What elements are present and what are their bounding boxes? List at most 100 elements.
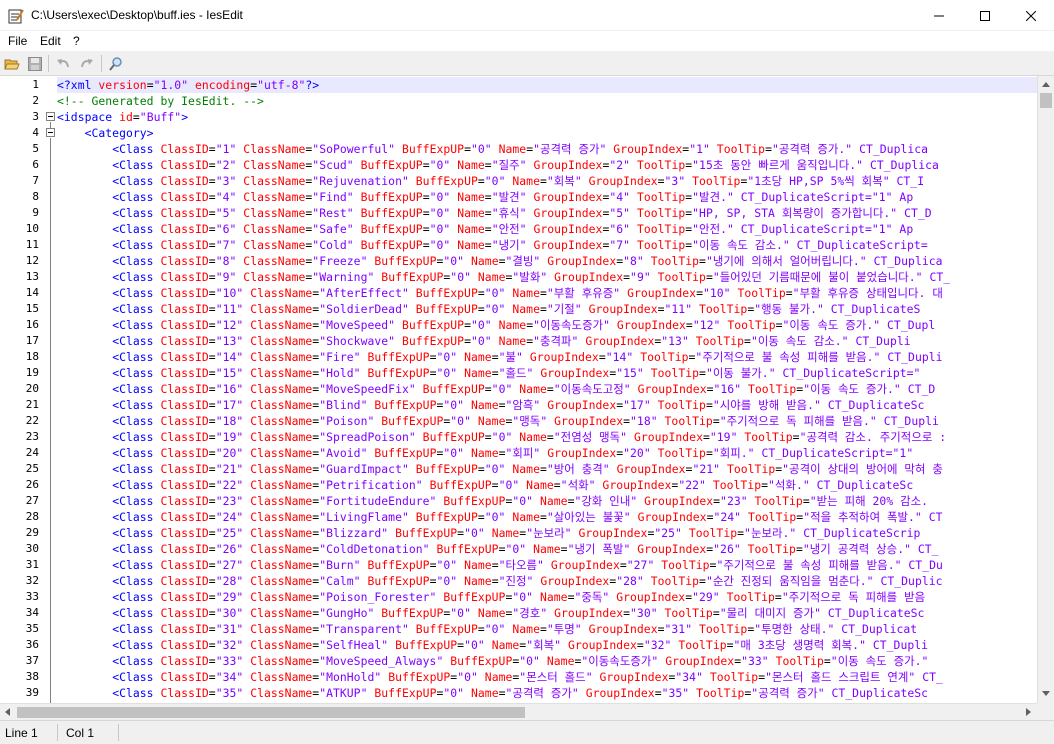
code-line: <Class ClassID="17" ClassName="Blind" Bu…: [112, 398, 925, 412]
save-disk-icon: [28, 57, 42, 71]
code-line: <Class ClassID="10" ClassName="AfterEffe…: [112, 286, 943, 300]
vertical-scroll-thumb[interactable]: [1040, 93, 1052, 108]
code-line: <Class ClassID="12" ClassName="MoveSpeed…: [112, 318, 936, 332]
open-button[interactable]: [2, 54, 22, 74]
title-bar: C:\Users\exec\Desktop\buff.ies - IesEdit: [0, 0, 1054, 31]
code-line: <Class ClassID="23" ClassName="Fortitude…: [112, 494, 929, 508]
code-line: <Class ClassID="18" ClassName="Poison" B…: [112, 414, 939, 428]
status-column: Col 1: [66, 726, 95, 740]
maximize-button[interactable]: [962, 0, 1008, 31]
code-line: <Class ClassID="22" ClassName="Petrifica…: [112, 478, 914, 492]
menu-edit[interactable]: Edit: [40, 34, 61, 48]
line-number: 1: [32, 78, 39, 91]
line-number: 15: [25, 302, 39, 315]
line-number: 27: [25, 494, 39, 507]
line-number: 14: [25, 286, 39, 299]
redo-button[interactable]: [77, 54, 97, 74]
line-number: 35: [25, 622, 39, 635]
line-number: 23: [25, 430, 39, 443]
line-number: 32: [25, 574, 39, 587]
code-line: <Class ClassID="29" ClassName="Poison_Fo…: [112, 590, 926, 604]
scroll-right-icon[interactable]: [1026, 708, 1031, 716]
menu-help[interactable]: ?: [73, 34, 80, 48]
code-line: <Class ClassID="14" ClassName="Fire" Buf…: [112, 350, 943, 364]
minimize-icon: [934, 15, 944, 16]
code-line: <Class ClassID="6" ClassName="Safe" Buff…: [112, 222, 914, 236]
line-number: 28: [25, 510, 39, 523]
code-line: <Class ClassID="2" ClassName="Scud" Buff…: [112, 158, 939, 172]
scroll-up-icon[interactable]: [1042, 82, 1050, 87]
code-line: <Class ClassID="19" ClassName="SpreadPoi…: [112, 430, 947, 444]
code-line: <Class ClassID="5" ClassName="Rest" Buff…: [112, 206, 932, 220]
save-button[interactable]: [25, 54, 45, 74]
status-bar: Line 1 Col 1: [0, 720, 1054, 744]
code-line: <Class ClassID="32" ClassName="SelfHeal"…: [112, 638, 929, 652]
code-editor[interactable]: 1 2 3 4 5 6 7 8 9 10 11 12 13 14 15 16 17 18 19 20 21 22 23 24 2…: [0, 76, 1037, 703]
close-button[interactable]: [1008, 0, 1054, 31]
line-number: 24: [25, 446, 39, 459]
close-icon: [1026, 10, 1036, 21]
line-number: 6: [32, 158, 39, 171]
code-line: <Class ClassID="20" ClassName="Avoid" Bu…: [112, 446, 914, 460]
fold-toggle-category[interactable]: [46, 128, 55, 137]
line-number: 20: [25, 382, 39, 395]
vertical-scrollbar[interactable]: [1037, 76, 1054, 703]
redo-icon: [81, 59, 93, 68]
undo-button[interactable]: [53, 54, 73, 74]
code-line: <Class ClassID="33" ClassName="MoveSpeed…: [112, 654, 929, 668]
code-line: <Class ClassID="15" ClassName="Hold" Buf…: [112, 366, 921, 380]
minimize-button[interactable]: [916, 0, 962, 31]
code-line: <Class ClassID="9" ClassName="Warning" B…: [112, 270, 951, 284]
code-line: <!-- Generated by IesEdit. -->: [57, 94, 264, 108]
status-line: Line 1: [5, 726, 38, 740]
line-number: 18: [25, 350, 39, 363]
line-number: 8: [32, 190, 39, 203]
line-number: 7: [32, 174, 39, 187]
line-number: 16: [25, 318, 39, 331]
line-number: 36: [25, 638, 39, 651]
status-separator: [118, 724, 119, 741]
line-number: 19: [25, 366, 39, 379]
line-number: 39: [25, 686, 39, 699]
line-number: 30: [25, 542, 39, 555]
status-separator: [57, 724, 58, 741]
toolbar-separator: [101, 55, 102, 72]
line-number: 21: [25, 398, 39, 411]
line-number: 25: [25, 462, 39, 475]
toolbar-separator: [48, 55, 49, 72]
line-number: 12: [25, 254, 39, 267]
code-text-area[interactable]: <?xml version="1.0" encoding="utf-8"?> <!…: [57, 76, 1037, 703]
menu-bar: File Edit ?: [0, 31, 1054, 51]
find-button[interactable]: [106, 54, 126, 74]
line-number: 13: [25, 270, 39, 283]
line-number: 31: [25, 558, 39, 571]
open-folder-icon: [4, 59, 20, 70]
find-icon: [109, 57, 122, 71]
fold-toggle-idspace[interactable]: [46, 112, 55, 121]
horizontal-scroll-thumb[interactable]: [17, 707, 525, 718]
line-number: 22: [25, 414, 39, 427]
app-notepad-icon[interactable]: [8, 8, 24, 24]
line-number: 9: [32, 206, 39, 219]
maximize-icon: [980, 10, 990, 21]
window-title: C:\Users\exec\Desktop\buff.ies - IesEdit: [31, 8, 243, 22]
code-line: <Class ClassID="13" ClassName="Shockwave…: [112, 334, 911, 348]
code-line: <Class ClassID="21" ClassName="GuardImpa…: [112, 462, 943, 476]
code-line: <idspace id="Buff">: [57, 110, 189, 124]
code-line: <Class ClassID="26" ClassName="ColdDeton…: [112, 542, 939, 556]
code-line: <Class ClassID="31" ClassName="Transpare…: [112, 622, 918, 636]
line-number-gutter: 1 2 3 4 5 6 7 8 9 10 11 12 13 14 15 16 17 18 19 20 21 22 23 24 2…: [0, 76, 44, 703]
line-number: 10: [25, 222, 39, 235]
code-line: <Class ClassID="28" ClassName="Calm" Buf…: [112, 574, 943, 588]
menu-file[interactable]: File: [8, 34, 27, 48]
line-number: 17: [25, 334, 39, 347]
toolbar: [0, 51, 1054, 76]
line-number: 38: [25, 670, 39, 683]
line-number: 2: [32, 94, 39, 107]
scroll-left-icon[interactable]: [5, 708, 10, 716]
code-line: <Category>: [84, 126, 154, 140]
horizontal-scrollbar[interactable]: [0, 703, 1037, 720]
line-number: 5: [32, 142, 39, 155]
scroll-down-icon[interactable]: [1042, 691, 1050, 696]
code-line: <Class ClassID="35" ClassName="ATKUP" Bu…: [112, 686, 929, 700]
